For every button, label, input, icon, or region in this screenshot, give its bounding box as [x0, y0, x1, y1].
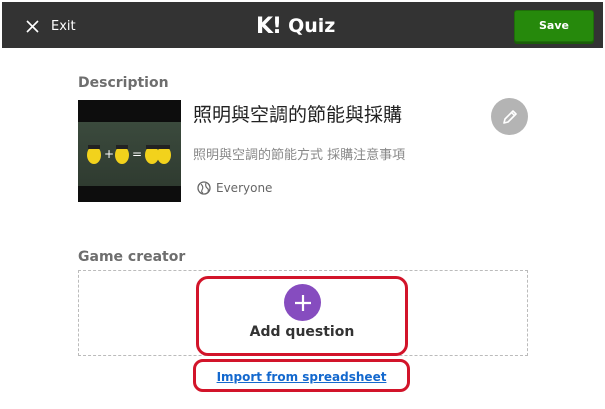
save-button[interactable]: Save	[514, 10, 594, 42]
add-question-button[interactable]: Add question	[200, 280, 404, 352]
app-name: Quiz	[288, 15, 336, 37]
quiz-description: 照明與空調的節能方式 採購注意事項	[193, 148, 406, 163]
exit-label: Exit	[51, 18, 76, 34]
kahoot-logo: K!	[256, 13, 282, 39]
add-question-label: Add question	[249, 324, 355, 340]
chicks-illustration: + =	[87, 145, 171, 164]
visibility-label: Everyone	[216, 181, 273, 195]
plus-icon	[294, 294, 311, 311]
app-brand: K! Quiz	[256, 12, 335, 40]
svg-text:+: +	[104, 147, 114, 161]
top-bar: Exit K! Quiz Save	[2, 2, 603, 48]
cover-image[interactable]: + =	[78, 100, 181, 202]
add-circle	[284, 284, 321, 321]
game-creator-heading: Game creator	[78, 249, 186, 265]
pencil-icon	[502, 109, 517, 124]
svg-text:=: =	[132, 147, 142, 161]
close-icon	[26, 19, 39, 33]
globe-icon	[197, 181, 211, 195]
import-spreadsheet-link[interactable]: Import from spreadsheet	[196, 370, 407, 384]
visibility-info: Everyone	[197, 181, 272, 195]
quiz-title: 照明與空調的節能與採購	[193, 104, 403, 126]
description-heading: Description	[78, 75, 169, 91]
exit-button[interactable]: Exit	[26, 14, 76, 38]
edit-description-button[interactable]	[491, 98, 528, 135]
